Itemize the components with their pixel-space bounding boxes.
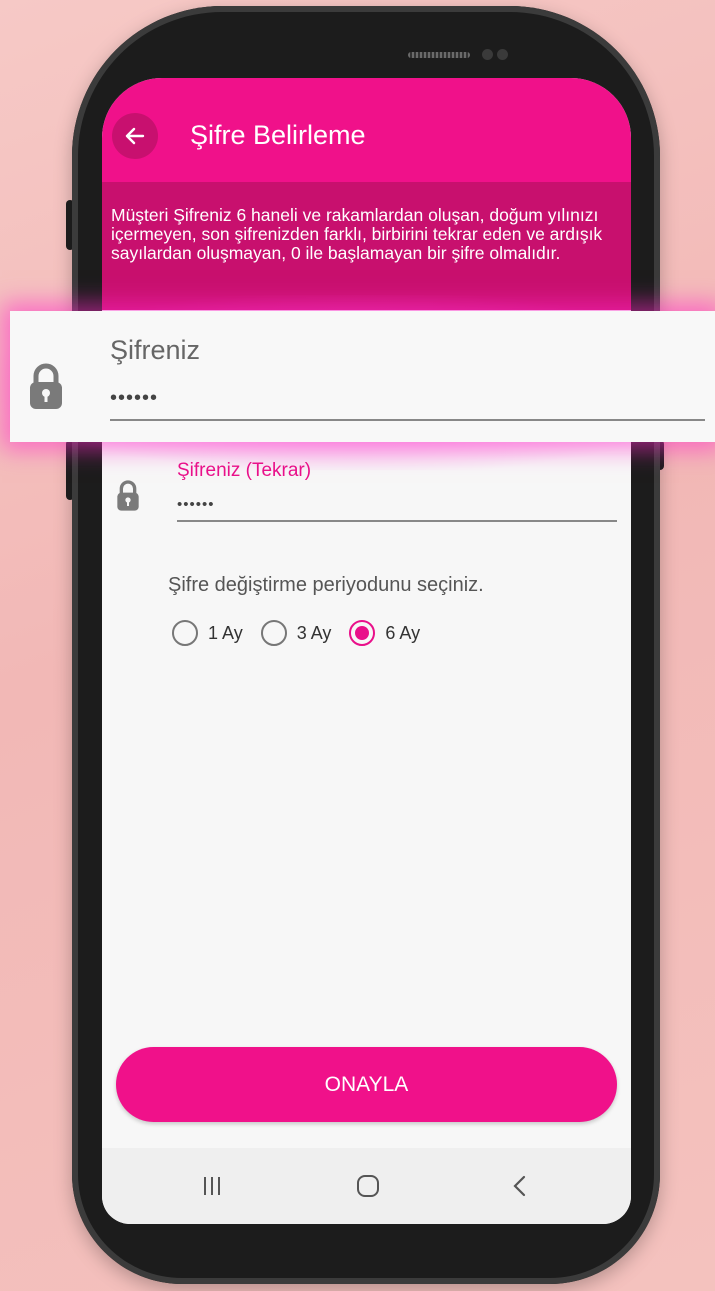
password-field[interactable]: Şifreniz •••••• (10, 311, 715, 442)
back-button[interactable] (112, 113, 158, 159)
radio-label: 1 Ay (208, 622, 243, 643)
lock-icon (30, 363, 62, 409)
password-underline (110, 419, 705, 421)
phone-camera (482, 49, 493, 60)
password-label: Şifreniz (110, 335, 201, 365)
system-nav-bar (102, 1148, 631, 1224)
chevron-left-icon (513, 1175, 526, 1197)
nav-back-button[interactable] (500, 1168, 540, 1204)
radio-unchecked-icon[interactable] (260, 620, 287, 646)
password-rules-banner: Müşteri Şifreniz 6 haneli ve rakamlardan… (102, 182, 631, 310)
radio-label: 6 Ay (385, 622, 421, 643)
password-repeat-underline (177, 520, 617, 522)
radio-option-6-ay[interactable]: 6 Ay (349, 620, 420, 646)
radio-label: 3 Ay (296, 622, 332, 643)
phone-sensor (497, 49, 508, 60)
password-rules-text: Müşteri Şifreniz 6 haneli ve rakamlardan… (111, 205, 603, 263)
radio-option-1-ay[interactable]: 1 Ay (172, 620, 243, 646)
phone-speaker (408, 52, 470, 58)
password-repeat-label: Şifreniz (Tekrar) (177, 460, 312, 481)
recent-apps-icon (204, 1177, 220, 1195)
confirm-button[interactable]: ONAYLA (116, 1047, 617, 1122)
home-button[interactable] (348, 1168, 388, 1204)
radio-option-3-ay[interactable]: 3 Ay (260, 620, 332, 646)
arrow-left-icon (125, 127, 145, 145)
period-radio-group: 1 Ay 3 Ay 6 Ay (172, 620, 438, 646)
home-icon (357, 1175, 379, 1197)
radio-checked-icon[interactable] (349, 620, 376, 646)
password-input[interactable]: •••••• (110, 387, 158, 410)
page-title: Şifre Belirleme (190, 120, 366, 150)
recent-apps-button[interactable] (192, 1168, 232, 1204)
password-repeat-input[interactable]: •••••• (177, 496, 215, 513)
radio-unchecked-icon[interactable] (172, 620, 198, 646)
app-bar: Şifre Belirleme (102, 78, 631, 182)
lock-icon (117, 480, 139, 511)
period-label: Şifre değiştirme periyodunu seçiniz. (168, 574, 484, 596)
password-repeat-field[interactable]: Şifreniz (Tekrar) •••••• (102, 444, 631, 534)
